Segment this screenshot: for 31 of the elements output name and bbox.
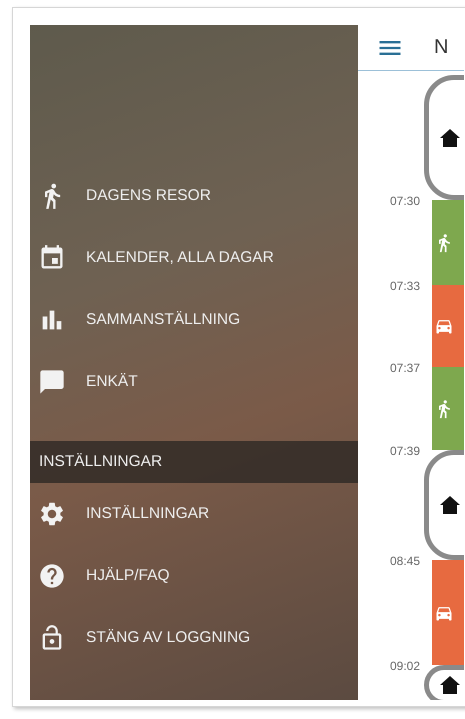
car-segment[interactable] <box>432 285 464 367</box>
menu-item[interactable]: HJÄLP/FAQ <box>30 545 358 607</box>
help-icon <box>38 562 66 590</box>
menu-item[interactable]: STÄNG AV LOGGNING <box>30 607 358 669</box>
section-header: INSTÄLLNINGAR <box>30 441 358 483</box>
time-label: 07:37 <box>388 361 420 375</box>
chat-bubble-icon <box>38 368 66 396</box>
header-title: N <box>434 36 448 59</box>
time-label: 07:30 <box>388 194 420 208</box>
menu-label: KALENDER, ALLA DAGAR <box>86 249 274 267</box>
menu-label: HJÄLP/FAQ <box>86 567 170 585</box>
time-label: 07:39 <box>388 444 420 458</box>
walk-segment[interactable] <box>432 200 464 285</box>
menu-label: ENKÄT <box>86 373 138 391</box>
house-icon <box>439 674 461 696</box>
settings-icon <box>38 500 66 528</box>
menu-label: DAGENS RESOR <box>86 187 211 205</box>
menu-label: STÄNG AV LOGGNING <box>86 629 250 647</box>
menu-item[interactable]: INSTÄLLNINGAR <box>30 483 358 545</box>
time-label: 08:45 <box>388 554 420 568</box>
menu-label: SAMMANSTÄLLNING <box>86 311 240 329</box>
house-icon <box>439 494 461 516</box>
walk-segment[interactable] <box>432 367 464 450</box>
house-icon <box>439 126 461 148</box>
time-label: 07:33 <box>388 279 420 293</box>
menu-item[interactable]: KALENDER, ALLA DAGAR <box>30 227 358 289</box>
menu-label: INSTÄLLNINGAR <box>86 505 210 523</box>
menu-item[interactable]: SAMMANSTÄLLNING <box>30 289 358 351</box>
menu-item[interactable]: DAGENS RESOR <box>30 165 358 227</box>
menu-item[interactable]: ENKÄT <box>30 351 358 413</box>
time-label: 09:02 <box>388 659 420 673</box>
